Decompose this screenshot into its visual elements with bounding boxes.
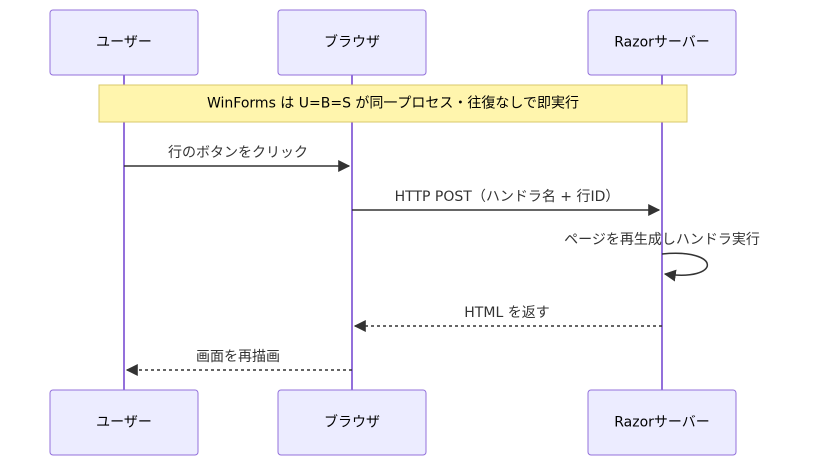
actor-user-bottom-label: ユーザー bbox=[96, 415, 152, 431]
actor-browser-bottom-label: ブラウザ bbox=[324, 414, 380, 431]
message-redraw-screen: 画面を再描画 bbox=[125, 349, 352, 376]
actor-server-top-label: Razorサーバー bbox=[614, 35, 710, 51]
actor-server-bottom: Razorサーバー bbox=[587, 389, 737, 456]
sequence-diagram: ユーザー ブラウザ Razorサーバー WinForms は U=B=S が同一… bbox=[49, 9, 760, 456]
note-text: WinForms は U=B=S が同一プロセス・往復なしで即実行 bbox=[207, 95, 579, 112]
message-http-post: HTTP POST（ハンドラ名 + 行ID） bbox=[352, 189, 661, 216]
message-click-row-button-label: 行のボタンをクリック bbox=[168, 145, 308, 161]
actor-user-bottom: ユーザー bbox=[49, 389, 199, 456]
message-return-html: HTML を返す bbox=[353, 305, 662, 332]
message-click-row-button: 行のボタンをクリック bbox=[124, 145, 351, 172]
actor-user-top-label: ユーザー bbox=[96, 35, 152, 51]
note: WinForms は U=B=S が同一プロセス・往復なしで即実行 bbox=[98, 84, 688, 123]
message-redraw-screen-label: 画面を再描画 bbox=[196, 349, 280, 365]
message-http-post-label: HTTP POST（ハンドラ名 + 行ID） bbox=[395, 189, 620, 205]
message-regenerate-page-arrow bbox=[661, 252, 708, 282]
actor-server-top: Razorサーバー bbox=[587, 9, 737, 76]
message-return-html-label: HTML を返す bbox=[464, 305, 549, 321]
actor-browser-bottom: ブラウザ bbox=[277, 389, 427, 456]
actor-browser-top: ブラウザ bbox=[277, 9, 427, 76]
actor-server-bottom-label: Razorサーバー bbox=[614, 415, 710, 431]
actor-browser-top-label: ブラウザ bbox=[324, 34, 380, 51]
actor-user-top: ユーザー bbox=[49, 9, 199, 76]
message-regenerate-page-label: ページを再生成しハンドラ実行 bbox=[564, 232, 760, 248]
